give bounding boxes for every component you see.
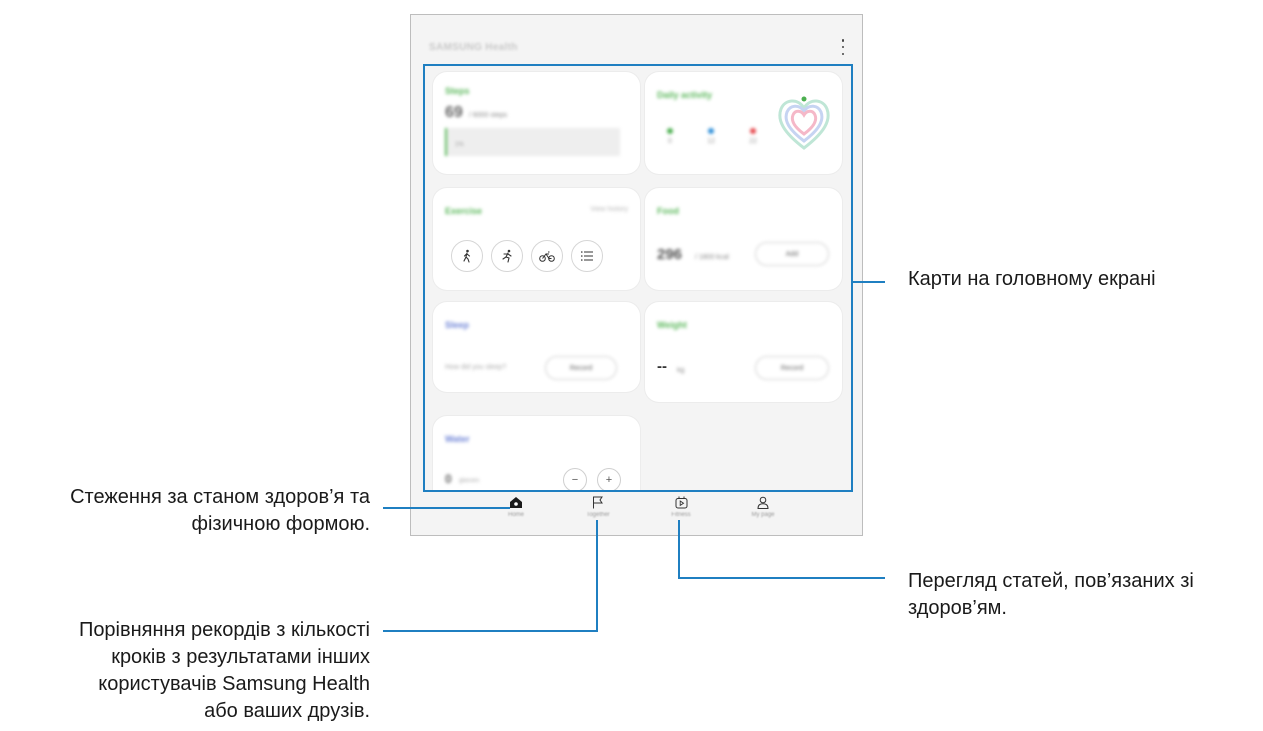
callout-line-together-h <box>383 630 598 632</box>
sleep-title: Sleep <box>445 320 470 330</box>
steps-card[interactable]: Steps 69 / 6000 steps 1% <box>433 72 640 174</box>
calories-stat: 22 <box>749 128 757 145</box>
callout-together: Порівняння рекордів з кількості кроків з… <box>79 617 370 725</box>
tablet-screen: SAMSUNG Health Steps 69 / 6000 steps 1% … <box>410 14 863 536</box>
food-add-button[interactable]: Add <box>755 242 829 266</box>
running-icon[interactable] <box>491 240 523 272</box>
active-minutes-stat: 12 <box>707 128 715 145</box>
water-value: 0 <box>445 472 452 486</box>
sleep-record-button[interactable]: Record <box>545 356 617 380</box>
exercise-list-icon[interactable] <box>571 240 603 272</box>
water-unit: glasses <box>459 478 480 484</box>
callout-together-line4: або ваших друзів. <box>204 700 370 722</box>
water-minus-button[interactable]: − <box>563 468 587 490</box>
weight-title: Weight <box>657 320 687 330</box>
weight-record-button[interactable]: Record <box>755 356 829 380</box>
exercise-title: Exercise <box>445 206 483 216</box>
active-minutes-icon <box>708 128 715 134</box>
callout-together-line2: кроків з результатами інших <box>111 646 370 668</box>
water-plus-button[interactable]: + <box>597 468 621 490</box>
more-vertical-icon[interactable] <box>836 39 850 55</box>
home-cards-area: Steps 69 / 6000 steps 1% Daily activity … <box>423 64 853 492</box>
activity-heart-icon <box>778 96 830 150</box>
callout-together-line3: користувачів Samsung Health <box>98 673 370 695</box>
sleep-question: How did you sleep? <box>445 364 507 371</box>
nav-my-page[interactable]: My page <box>733 493 793 518</box>
calories-flame-icon <box>750 128 757 134</box>
water-card[interactable]: Water 0 glasses − + <box>433 416 640 490</box>
callout-fitness-line1: Перегляд статей, пов’язаних зі <box>908 570 1194 592</box>
daily-activity-stats: 0 12 22 <box>667 128 757 145</box>
daily-activity-card[interactable]: Daily activity 0 12 22 <box>645 72 842 174</box>
steps-percent: 1% <box>455 142 464 148</box>
home-icon <box>510 497 522 508</box>
callout-line-together-v <box>596 520 598 632</box>
callout-line-home <box>383 507 510 509</box>
fitness-video-icon <box>675 496 687 509</box>
nav-together[interactable]: Together <box>568 493 628 518</box>
callout-line-cards <box>853 281 885 283</box>
walking-icon[interactable] <box>451 240 483 272</box>
activity-time-stat: 0 <box>667 128 673 145</box>
steps-value: 69 <box>445 104 463 121</box>
exercise-card[interactable]: Exercise View history <box>433 188 640 290</box>
steps-progress-bar: 1% <box>445 128 620 156</box>
weight-card[interactable]: Weight Record -- kg <box>645 302 842 402</box>
callout-home-line2: фізичною формою. <box>191 513 370 535</box>
nav-my-page-label: My page <box>751 512 775 518</box>
cycling-icon[interactable] <box>531 240 563 272</box>
callout-together-line1: Порівняння рекордів з кількості <box>78 619 370 641</box>
app-title: SAMSUNG Health <box>429 42 518 53</box>
flag-icon <box>593 496 603 509</box>
weight-value: -- <box>657 358 667 375</box>
nav-home-label: Home <box>507 512 524 518</box>
exercise-shortcuts <box>451 240 603 272</box>
food-title: Food <box>657 206 679 216</box>
callout-cards: Карти на головному екрані <box>908 268 1156 290</box>
water-title: Water <box>445 434 470 444</box>
bottom-nav: Home Together Fitness My page <box>411 493 862 535</box>
nav-together-label: Together <box>586 512 610 518</box>
sleep-card[interactable]: Sleep How did you sleep? Record <box>433 302 640 392</box>
steps-goal: / 6000 steps <box>469 112 508 119</box>
nav-home[interactable]: Home <box>486 493 546 518</box>
food-value: 296 <box>657 246 683 263</box>
callout-home-line1: Стеження за станом здоров’я та <box>70 486 370 508</box>
activity-time-icon <box>667 128 673 134</box>
steps-title: Steps <box>445 86 470 96</box>
callout-fitness-line2: здоров’ям. <box>908 597 1007 619</box>
callout-fitness: Перегляд статей, пов’язаних зі здоров’ям… <box>908 568 1194 622</box>
nav-fitness-label: Fitness <box>671 512 691 518</box>
food-goal: / 1800 kcal <box>695 254 729 261</box>
view-history-link[interactable]: View history <box>590 206 628 213</box>
callout-line-fitness-h <box>678 577 885 579</box>
callout-home: Стеження за станом здоров’я та фізичною … <box>70 484 370 538</box>
daily-activity-title: Daily activity <box>657 90 713 100</box>
food-card[interactable]: Food 296 / 1800 kcal Add <box>645 188 842 290</box>
nav-fitness[interactable]: Fitness <box>651 493 711 518</box>
callout-line-fitness-v <box>678 520 680 579</box>
person-icon <box>757 496 769 509</box>
weight-unit: kg <box>677 367 685 374</box>
